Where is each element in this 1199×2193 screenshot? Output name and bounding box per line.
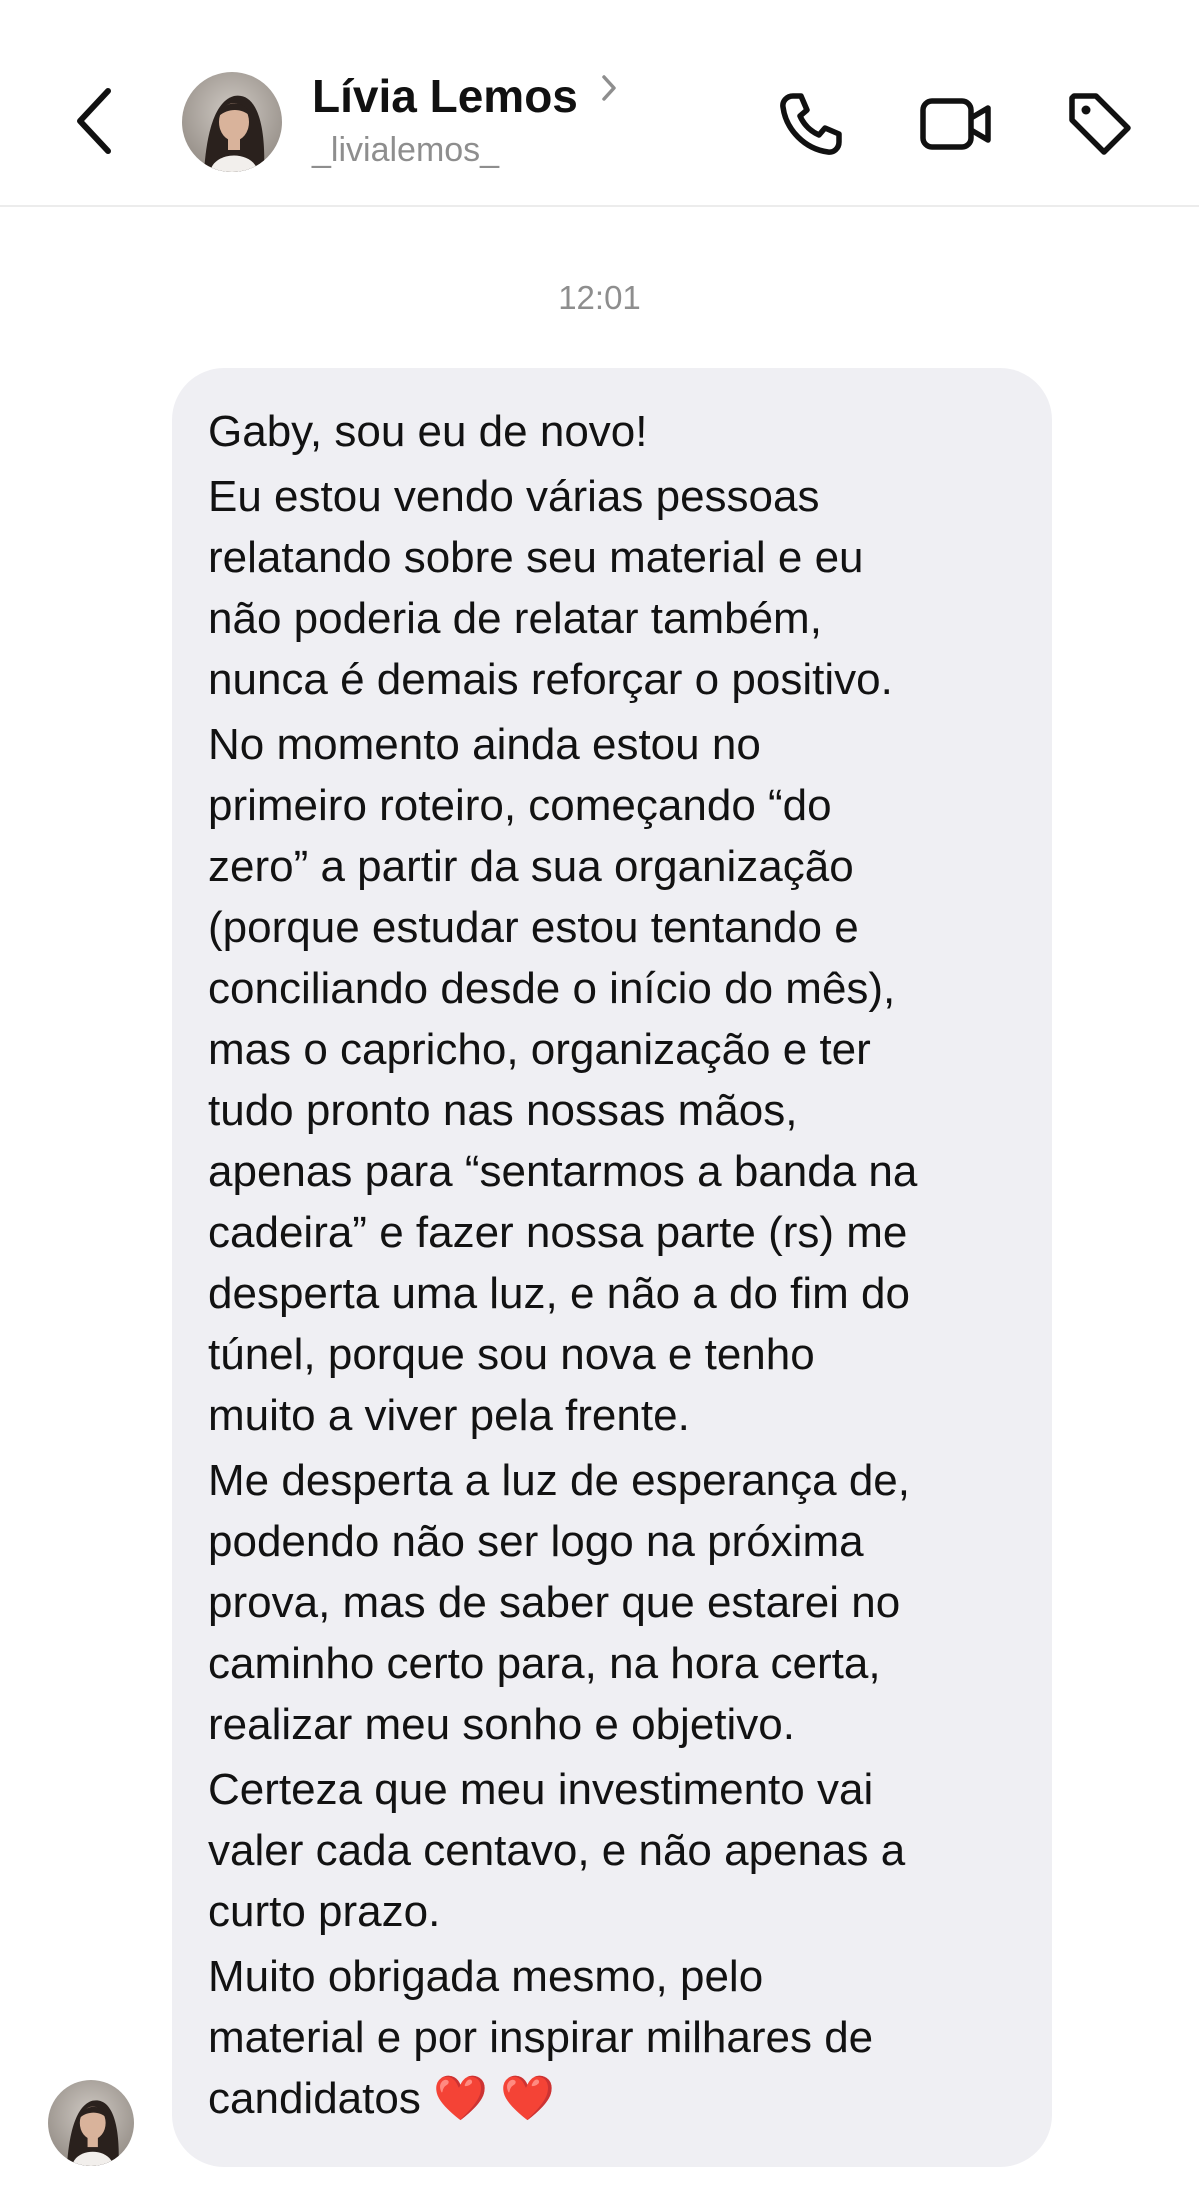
audio-call-button[interactable] xyxy=(775,88,847,160)
profile-chevron-icon xyxy=(600,73,618,108)
message-paragraph: Gaby, sou eu de novo! xyxy=(208,407,648,456)
contact-title[interactable]: Lívia Lemos _livialemos_ xyxy=(312,68,618,172)
avatar-image xyxy=(48,2080,134,2166)
chat-header: Lívia Lemos _livialemos_ xyxy=(0,0,1199,207)
message-paragraph: Certeza que meu investimento vai valer c… xyxy=(208,1765,906,1936)
message-paragraph: Me desperta a luz de esperança de, poden… xyxy=(208,1456,911,1749)
message-timestamp: 12:01 xyxy=(558,279,641,316)
contact-name: Lívia Lemos xyxy=(312,70,578,122)
back-button[interactable] xyxy=(70,85,120,157)
message-paragraph: No momento ainda estou no primeiro rotei… xyxy=(208,720,918,1440)
contact-avatar[interactable] xyxy=(182,72,282,172)
phone-icon xyxy=(780,93,842,155)
video-call-button[interactable] xyxy=(918,88,991,160)
message-paragraph: Eu estou vendo várias pessoas relatando … xyxy=(208,472,893,704)
contact-handle: _livialemos_ xyxy=(312,131,500,169)
sender-avatar[interactable] xyxy=(48,2080,134,2166)
message-bubble[interactable]: Gaby, sou eu de novo! Eu estou vendo vár… xyxy=(172,368,1052,2167)
back-chevron-icon xyxy=(77,88,111,154)
label-button[interactable] xyxy=(1064,88,1136,160)
video-camera-icon xyxy=(920,98,991,150)
avatar-image xyxy=(182,72,282,172)
message-paragraph: Muito obrigada mesmo, pelo material e po… xyxy=(208,1952,874,2123)
tag-icon xyxy=(1069,93,1131,155)
